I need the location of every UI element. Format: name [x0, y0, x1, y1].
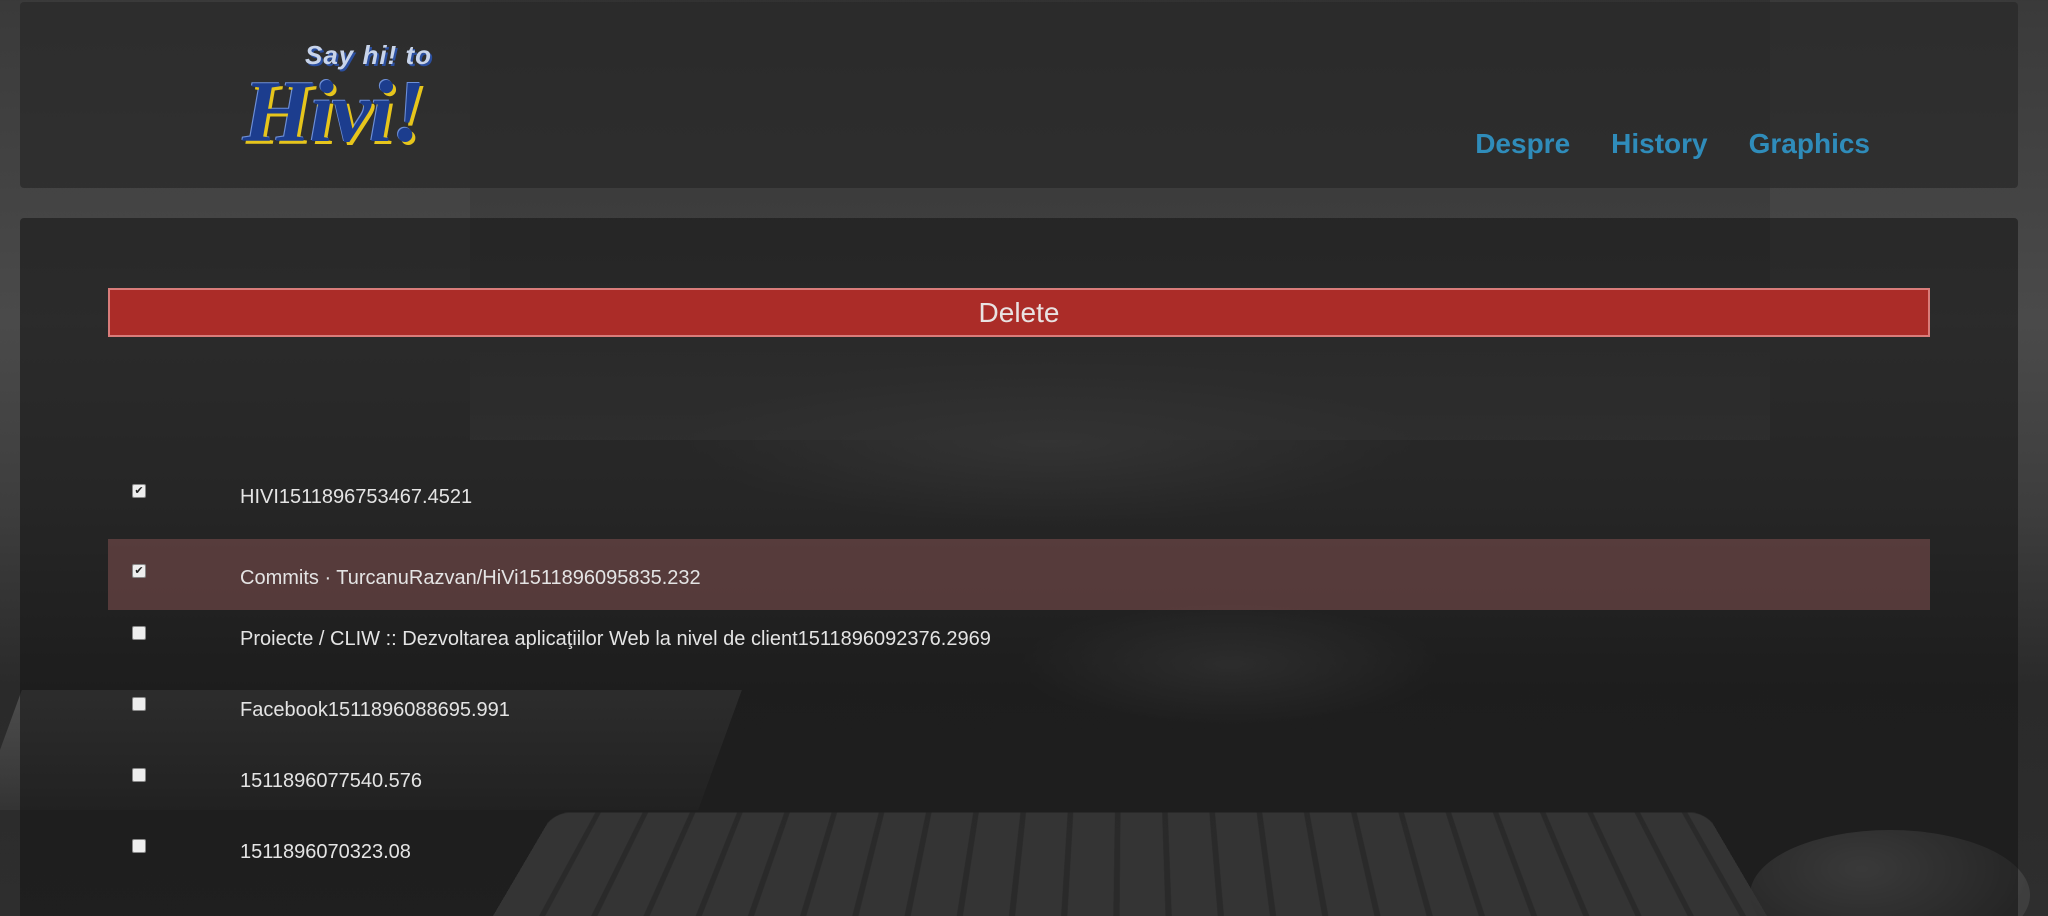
history-list: ✔ HIVI1511896753467.4521 ✔ Commits · Tur… [108, 468, 1930, 894]
list-item[interactable]: Proiecte / CLIW :: Dezvoltarea aplicaţii… [108, 610, 1930, 681]
list-item[interactable]: ✔ Commits · TurcanuRazvan/HiVi1511896095… [108, 539, 1930, 610]
list-item[interactable]: ✔ HIVI1511896753467.4521 [108, 468, 1930, 539]
item-label: Proiecte / CLIW :: Dezvoltarea aplicaţii… [240, 628, 991, 650]
delete-button[interactable]: Delete [108, 288, 1930, 337]
hivi-logo[interactable]: Say hi! to Hivi! [215, 34, 575, 174]
item-checkbox[interactable] [132, 768, 146, 782]
item-label: 1511896077540.576 [240, 770, 423, 792]
site-header: Say hi! to Hivi! Despre History Graphics [20, 2, 2018, 188]
item-checkbox[interactable]: ✔ [132, 484, 146, 498]
nav-link-history[interactable]: History [1611, 128, 1707, 160]
item-checkbox[interactable]: ✔ [132, 564, 146, 578]
item-label: HIVI1511896753467.4521 [240, 486, 473, 508]
item-label: 1511896070323.08 [240, 841, 411, 863]
item-label: Facebook1511896088695.991 [240, 699, 510, 721]
nav-link-graphics[interactable]: Graphics [1749, 128, 1870, 160]
list-item[interactable]: 1511896070323.08 [108, 823, 1930, 894]
item-checkbox[interactable] [132, 839, 146, 853]
logo-brand: Hivi! [243, 64, 426, 161]
main-nav: Despre History Graphics [1475, 128, 1870, 160]
item-checkbox[interactable] [132, 626, 146, 640]
list-item[interactable]: Facebook1511896088695.991 [108, 681, 1930, 752]
list-item[interactable]: 1511896077540.576 [108, 752, 1930, 823]
nav-link-despre[interactable]: Despre [1475, 128, 1570, 160]
history-panel: Delete ✔ HIVI1511896753467.4521 ✔ Commit… [20, 218, 2018, 916]
item-checkbox[interactable] [132, 697, 146, 711]
item-label: Commits · TurcanuRazvan/HiVi151189609583… [240, 567, 701, 589]
